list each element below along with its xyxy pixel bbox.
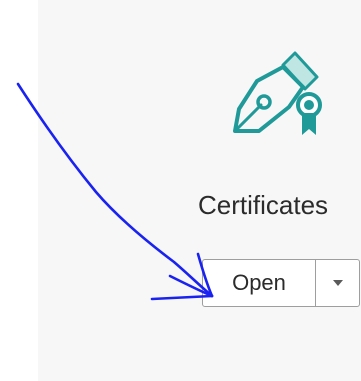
open-options-dropdown[interactable]: [316, 260, 359, 306]
chevron-down-icon: [332, 280, 343, 286]
open-button[interactable]: Open: [203, 260, 315, 306]
open-split-button[interactable]: Open: [202, 259, 360, 307]
left-margin: [0, 0, 38, 381]
tool-title: Certificates: [198, 190, 329, 220]
certificate-pen-icon: [233, 51, 322, 135]
certificates-tool-view: Certificates Open: [0, 0, 361, 381]
